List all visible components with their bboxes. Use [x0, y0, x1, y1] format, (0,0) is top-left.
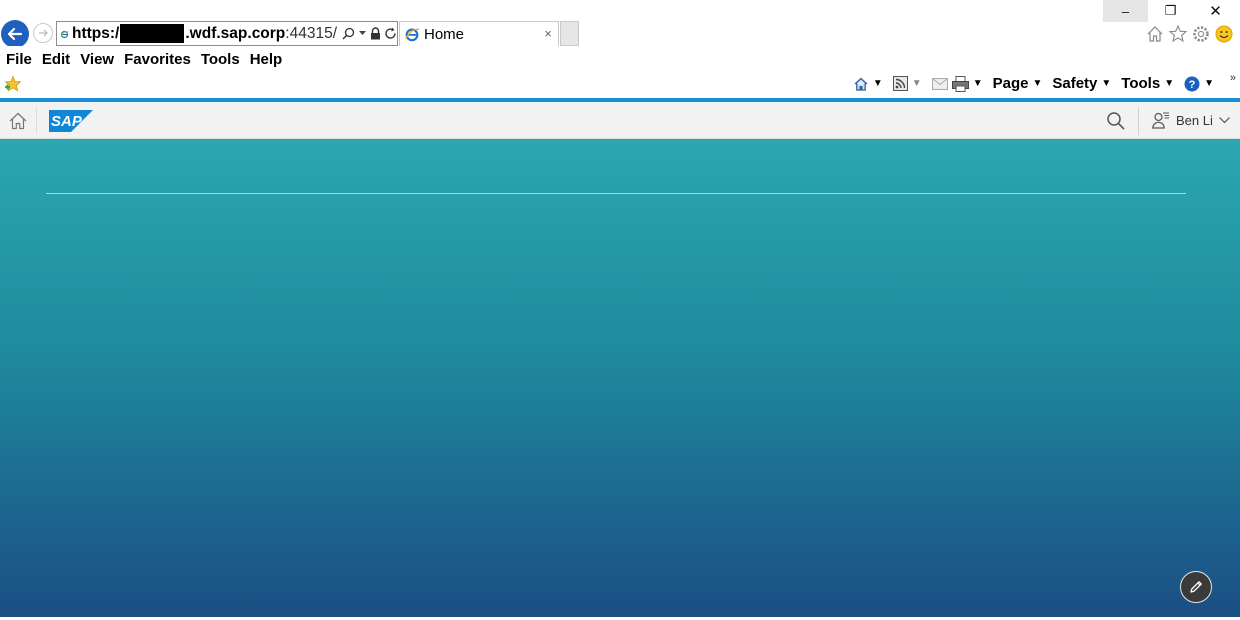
url-scheme: https:/	[72, 24, 120, 42]
new-tab-button[interactable]	[560, 21, 579, 46]
home-dropdown-icon[interactable]	[853, 76, 869, 92]
ie-page-icon	[405, 28, 420, 42]
forward-arrow-icon	[39, 29, 48, 37]
menu-edit[interactable]: Edit	[42, 51, 70, 68]
menu-tools[interactable]: Tools	[201, 51, 240, 68]
refresh-icon[interactable]	[385, 27, 397, 40]
svg-text:?: ?	[1189, 79, 1196, 91]
back-arrow-icon	[7, 27, 23, 41]
forward-button[interactable]	[33, 23, 53, 43]
search-icon[interactable]	[342, 27, 355, 40]
title-bar: – ❐ ✕ https:/ .wdf.sap.corp :44315/ Home…	[0, 0, 1240, 48]
back-button[interactable]	[1, 20, 29, 48]
minimize-button[interactable]: –	[1103, 0, 1148, 22]
menu-favorites[interactable]: Favorites	[124, 51, 191, 68]
address-bar[interactable]: https:/ .wdf.sap.corp :44315/	[56, 21, 398, 46]
add-favorites-icon[interactable]	[4, 75, 22, 93]
favorites-star-icon[interactable]	[1168, 24, 1188, 44]
smiley-feedback-icon[interactable]	[1214, 24, 1234, 44]
command-bar: ▼ ▼ ▼ Page ▼ Safety ▼ Tools ▼ ? ▼ »	[0, 72, 1240, 98]
shell-divider	[36, 108, 37, 134]
launchpad-content	[0, 139, 1240, 617]
safety-menu[interactable]: Safety	[1052, 75, 1097, 92]
redacted-host	[120, 24, 185, 43]
page-menu[interactable]: Page	[993, 75, 1029, 92]
home-icon[interactable]	[1145, 24, 1165, 44]
help-icon[interactable]: ?	[1184, 76, 1200, 92]
sap-logo[interactable]: SAP	[49, 110, 93, 132]
restore-button[interactable]: ❐	[1148, 0, 1193, 22]
print-icon[interactable]	[951, 75, 969, 92]
address-url: https:/ .wdf.sap.corp :44315/	[72, 24, 337, 43]
user-name: Ben Li	[1176, 112, 1213, 128]
pencil-edit-icon	[1190, 581, 1202, 593]
tab-close-button[interactable]: ×	[544, 26, 552, 41]
search-dropdown-icon[interactable]	[359, 31, 366, 36]
edit-home-button[interactable]	[1180, 571, 1212, 603]
user-icon	[1152, 112, 1169, 129]
menu-bar: File Edit View Favorites Tools Help	[0, 46, 1240, 72]
section-divider	[46, 193, 1186, 194]
menu-view[interactable]: View	[80, 51, 114, 68]
browser-window: – ❐ ✕ https:/ .wdf.sap.corp :44315/ Home…	[0, 0, 1240, 620]
chevron-down-icon	[1218, 116, 1230, 123]
command-overflow-chevron[interactable]: »	[1230, 72, 1236, 84]
sap-logo-text: SAP	[51, 113, 83, 130]
close-window-button[interactable]: ✕	[1193, 0, 1238, 22]
settings-gear-icon[interactable]	[1191, 24, 1211, 44]
lock-icon[interactable]	[370, 27, 381, 40]
user-menu[interactable]: Ben Li	[1152, 111, 1230, 129]
menu-help[interactable]: Help	[250, 51, 283, 68]
shell-divider	[1138, 107, 1139, 135]
mail-icon[interactable]	[931, 77, 948, 90]
menu-file[interactable]: File	[6, 51, 32, 68]
shell-search-icon[interactable]	[1106, 111, 1126, 131]
ie-page-icon	[60, 30, 69, 38]
shell-home-icon[interactable]	[8, 111, 28, 131]
tab-title: Home	[424, 25, 465, 43]
url-port: :44315/	[285, 24, 337, 42]
url-host: .wdf.sap.corp	[185, 24, 286, 42]
rss-feed-icon[interactable]	[892, 76, 908, 91]
shell-header: SAP Ben Li	[0, 102, 1240, 139]
tools-menu[interactable]: Tools	[1121, 75, 1160, 92]
tab-home[interactable]: Home ×	[399, 21, 559, 46]
